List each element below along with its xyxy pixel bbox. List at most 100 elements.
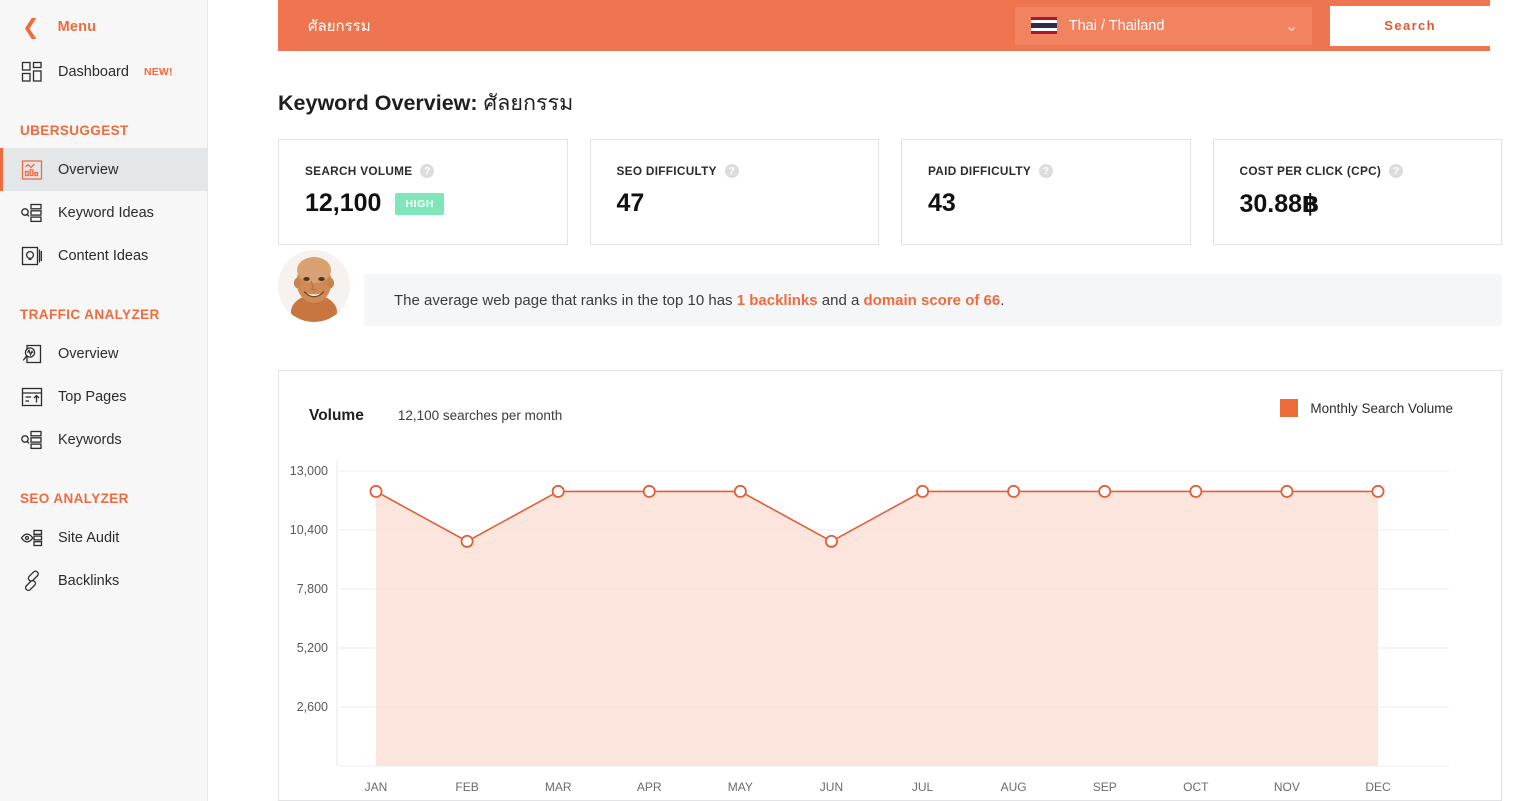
banner-text-part2: and a [817,291,864,309]
new-badge: NEW! [143,65,173,78]
sidebar-item-content-ideas[interactable]: Content Ideas [0,234,207,277]
sidebar-item-label: Top Pages [58,388,127,405]
search-bar: Thai / Thailand ⌄ Search [278,0,1490,51]
svg-text:13,000: 13,000 [290,464,328,478]
banner-highlight-domain-score[interactable]: domain score of 66 [864,292,1001,309]
metric-card-search-volume: SEARCH VOLUME ? 12,100 HIGH [278,139,568,245]
question-mark-icon[interactable]: ? [420,164,435,178]
dashboard-icon [20,60,44,84]
chart-title: Volume [309,406,364,424]
sidebar-item-overview-traffic[interactable]: Overview [0,332,207,375]
metric-card-seo-difficulty: SEO DIFFICULTY ? 47 [589,139,879,245]
country-name-label: Thai / Thailand [1068,17,1165,34]
sidebar-item-backlinks[interactable]: Backlinks [0,559,207,602]
sidebar-item-label: Overview [58,345,119,362]
metric-card-paid-difficulty: PAID DIFFICULTY ? 43 [901,139,1191,245]
metric-label-wrapper: SEARCH VOLUME ? [305,164,567,178]
top-pages-icon [20,385,44,409]
volume-area-chart[interactable]: 13,000 10,400 7,800 5,200 2,600 JAN FEB MAR APR M… [279,433,1503,801]
content-bulb-icon [20,244,44,268]
search-input[interactable] [308,17,1013,34]
svg-text:MAY: MAY [728,780,753,794]
svg-text:OCT: OCT [1183,780,1209,794]
metric-value: 30.88฿ [1239,190,1320,218]
main-content: Thai / Thailand ⌄ Search Keyword Overvie… [208,0,1518,801]
insight-banner: The average web page that ranks in the t… [364,274,1502,326]
volume-chart-card: Volume 12,100 searches per month Monthly… [278,370,1502,801]
legend-label: Monthly Search Volume [1310,400,1453,416]
metric-cards: SEARCH VOLUME ? 12,100 HIGH SEO DIFFICUL… [278,139,1502,245]
metric-value: 47 [616,189,645,217]
metric-value-wrapper: 47 [617,189,879,218]
page-title: Keyword Overview: ศัลยกรรม [278,86,573,120]
app-root: ❮ Menu Dashboard NEW! UBERSUGGEST Overvi… [0,0,1518,801]
sidebar-item-site-audit[interactable]: Site Audit [0,516,207,559]
sidebar-item-label: Keywords [58,431,122,448]
page-title-keyword: ศัลยกรรม [483,91,574,115]
sidebar-item-label: Backlinks [58,572,120,589]
insight-banner-text: The average web page that ranks in the t… [394,292,1004,309]
svg-text:DEC: DEC [1365,780,1391,794]
svg-text:MAR: MAR [545,780,572,794]
chart-legend: Monthly Search Volume [1280,399,1453,417]
svg-text:2,600: 2,600 [297,700,328,714]
country-selector[interactable]: Thai / Thailand ⌄ [1014,6,1313,45]
sidebar-section-ubersuggest: UBERSUGGEST [20,123,129,138]
metric-label-wrapper: PAID DIFFICULTY ? [928,164,1190,178]
svg-text:FEB: FEB [455,780,478,794]
banner-highlight-backlinks[interactable]: 1 backlinks [737,292,818,309]
metric-value-wrapper: 30.88฿ [1240,189,1502,219]
svg-text:7,800: 7,800 [297,582,328,596]
metric-label: SEARCH VOLUME [305,164,413,178]
sidebar-item-label: Keyword Ideas [58,204,154,221]
svg-text:5,200: 5,200 [297,641,328,655]
question-mark-icon[interactable]: ? [1389,164,1404,178]
sidebar-item-top-pages[interactable]: Top Pages [0,375,207,418]
metric-label-wrapper: COST PER CLICK (CPC) ? [1240,164,1502,178]
question-mark-icon[interactable]: ? [1039,164,1054,178]
svg-text:JUL: JUL [912,780,934,794]
metric-value-wrapper: 12,100 HIGH [305,189,567,218]
sidebar-menu-header[interactable]: ❮ Menu [0,10,207,44]
sidebar-item-dashboard[interactable]: Dashboard NEW! [0,50,207,93]
svg-text:SEP: SEP [1093,780,1117,794]
sidebar-item-label: Dashboard [58,63,129,80]
sidebar-section-traffic-analyzer: TRAFFIC ANALYZER [20,307,160,322]
svg-text:AUG: AUG [1001,780,1027,794]
page-title-prefix: Keyword Overview: [278,91,478,115]
status-badge: HIGH [395,192,445,215]
svg-text:10,400: 10,400 [290,523,328,537]
sidebar-menu-label: Menu [57,19,97,35]
search-button[interactable]: Search [1330,5,1490,46]
insight-banner-wrapper: The average web page that ranks in the t… [278,250,1502,326]
eye-list-icon [20,526,44,550]
thailand-flag-icon [1030,17,1057,34]
keyword-search-icon [20,428,44,452]
chevron-left-icon[interactable]: ❮ [22,17,40,38]
metric-label: SEO DIFFICULTY [616,164,717,178]
metric-label-wrapper: SEO DIFFICULTY ? [617,164,879,178]
metric-value-wrapper: 43 [928,189,1190,218]
chart-plot-area: 13,000 10,400 7,800 5,200 2,600 JAN FEB MAR APR M… [279,433,1503,801]
metric-label: COST PER CLICK (CPC) [1239,164,1382,178]
sidebar-item-label: Site Audit [58,529,120,546]
sidebar-item-label: Content Ideas [58,247,149,264]
metric-value: 12,100 [305,189,382,217]
sidebar-item-label: Overview [58,161,119,178]
avatar [278,250,350,322]
sidebar: ❮ Menu Dashboard NEW! UBERSUGGEST Overvi… [0,0,208,801]
search-input-wrapper [278,0,1013,51]
chevron-down-icon[interactable]: ⌄ [1285,16,1298,36]
question-mark-icon[interactable]: ? [724,164,739,178]
sidebar-item-overview-ubersuggest[interactable]: Overview [0,148,207,191]
sidebar-item-keyword-ideas[interactable]: Keyword Ideas [0,191,207,234]
svg-text:JAN: JAN [365,780,388,794]
magnifier-pulse-icon [20,342,44,366]
svg-text:NOV: NOV [1274,780,1300,794]
svg-text:JUN: JUN [820,780,843,794]
chart-header: Volume 12,100 searches per month Monthly… [279,371,1501,433]
svg-text:APR: APR [637,780,662,794]
metric-value: 43 [928,189,956,217]
legend-color-swatch [1280,399,1299,417]
sidebar-item-keywords[interactable]: Keywords [0,418,207,461]
